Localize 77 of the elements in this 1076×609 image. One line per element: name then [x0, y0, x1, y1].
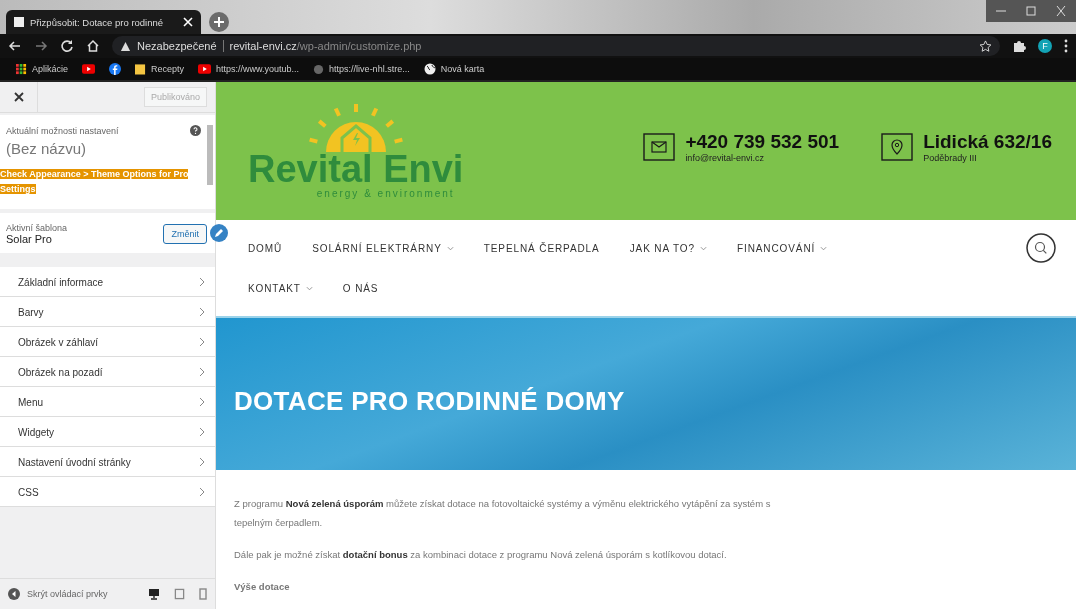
apps-grid-icon [16, 63, 27, 75]
customizer-menu-item[interactable]: Menu [0, 387, 215, 417]
email-address: info@revital-envi.cz [685, 152, 766, 163]
bookmark-item[interactable]: Recepty [135, 63, 185, 75]
bookmark-item[interactable]: https://www.youtub... [198, 64, 300, 74]
home-icon[interactable] [86, 39, 100, 53]
play-logo-icon [82, 64, 96, 74]
nav-link[interactable]: TEPELNÁ ČERPADLA [483, 242, 600, 254]
chevron-right-icon [199, 487, 205, 497]
customizer-menu-item[interactable]: Obrázek na pozadí [0, 357, 215, 387]
envelope-icon [643, 133, 676, 162]
theme-name: Solar Pro [6, 233, 53, 245]
nav-link[interactable]: KONTAKT [248, 282, 313, 294]
nav-link[interactable]: JAK NA TO? [629, 242, 707, 254]
nav-link[interactable]: FINANCOVÁNÍ [737, 242, 828, 254]
customizer-menu-item[interactable]: Widgety [0, 417, 215, 447]
bookmark-item[interactable]: Nová karta [423, 63, 485, 75]
favicon-icon [14, 17, 24, 27]
bookmark-item[interactable]: https://live-nhl.stre... [313, 63, 410, 75]
f-logo-icon [109, 63, 122, 75]
theme-label: Aktivní šablona [6, 223, 68, 233]
puzzle-icon[interactable] [1012, 39, 1026, 53]
more-icon[interactable] [1064, 39, 1068, 53]
chevron-right-icon [199, 427, 205, 437]
tablet-preview-button[interactable] [174, 588, 185, 600]
search-button[interactable] [1026, 233, 1056, 264]
bookmark-item[interactable] [82, 64, 96, 74]
browser-tab[interactable]: Přizpůsobit: Dotace pro rodinné [6, 10, 201, 34]
page-title: DOTACE PRO RODINNÉ DOMY [234, 385, 625, 417]
nav-link[interactable]: O NÁS [342, 282, 379, 294]
mobile-preview-button[interactable] [199, 588, 207, 600]
chevron-right-icon [199, 457, 205, 467]
chevron-right-icon [199, 367, 205, 377]
folder-icon [135, 63, 147, 75]
scrollbar [207, 125, 213, 185]
new-tab-icon[interactable] [209, 12, 229, 32]
nav-link[interactable]: DOMŮ [248, 242, 283, 254]
minimize-icon[interactable] [986, 0, 1016, 22]
chevron-right-icon [199, 337, 205, 347]
customizer-menu-item[interactable]: Barvy [0, 297, 215, 327]
paragraph: Dále pak je možné získat dotační bonus za kombinaci dotace z programu Nová zelená úsporám s kotlíkovou dotací. [234, 548, 728, 562]
subheading: Výše dotace [234, 580, 291, 594]
paragraph: Z programu Nová zelená úsporám můžete získat dotace na fotovoltaické systémy a výměnu elektrického vytápění za systém s tepelným čerpadlem. [234, 497, 772, 530]
divider [222, 40, 224, 52]
chevron-right-icon [199, 397, 205, 407]
star-icon[interactable] [979, 39, 992, 53]
logo-tagline: energy & environment [316, 187, 455, 199]
customizer-menu-item[interactable]: CSS [0, 477, 215, 507]
back-icon[interactable] [8, 39, 22, 53]
forward-icon[interactable] [34, 39, 48, 53]
location-pin-icon [881, 133, 914, 162]
globe-icon [423, 63, 436, 75]
notice-text: Check Appearance > Theme Options for Pro Settings [0, 168, 190, 196]
hide-controls-button[interactable]: Skrýt ovládací prvky [8, 588, 108, 600]
bookmark-item[interactable] [109, 63, 122, 75]
customizer-menu-item[interactable]: Obrázek v záhlaví [0, 327, 215, 357]
reload-icon[interactable] [60, 39, 74, 53]
close-icon [13, 92, 24, 102]
phone-number: +420 739 532 501 [685, 131, 840, 153]
nav-link[interactable]: SOLÁRNÍ ELEKTRÁRNY [312, 242, 454, 254]
customizer-menu-item[interactable]: Základní informace [0, 267, 215, 297]
desktop-preview-button[interactable] [148, 588, 160, 600]
close-icon[interactable] [183, 17, 193, 27]
customizer-menu-item[interactable]: Nastavení úvodní stránky [0, 447, 215, 477]
chevron-right-icon [199, 307, 205, 317]
chevron-right-icon [199, 277, 205, 287]
section-title: (Bez názvu) [6, 140, 88, 157]
change-theme-button[interactable]: Změnit [163, 224, 207, 244]
help-icon[interactable] [190, 125, 201, 136]
city-text: Poděbrady III [923, 152, 978, 163]
warning-icon [120, 40, 131, 52]
play-logo-icon [198, 64, 212, 74]
address-field[interactable]: Nezabezpečené revital-envi.cz/wp-admin/customize.php [112, 36, 1000, 56]
bookmark-item[interactable]: Aplikácie [16, 63, 69, 75]
section-label: Aktuální možnosti nastavení [6, 125, 119, 136]
pencil-icon[interactable] [210, 224, 228, 243]
address-text: Lidická 632/16 [923, 131, 1052, 153]
